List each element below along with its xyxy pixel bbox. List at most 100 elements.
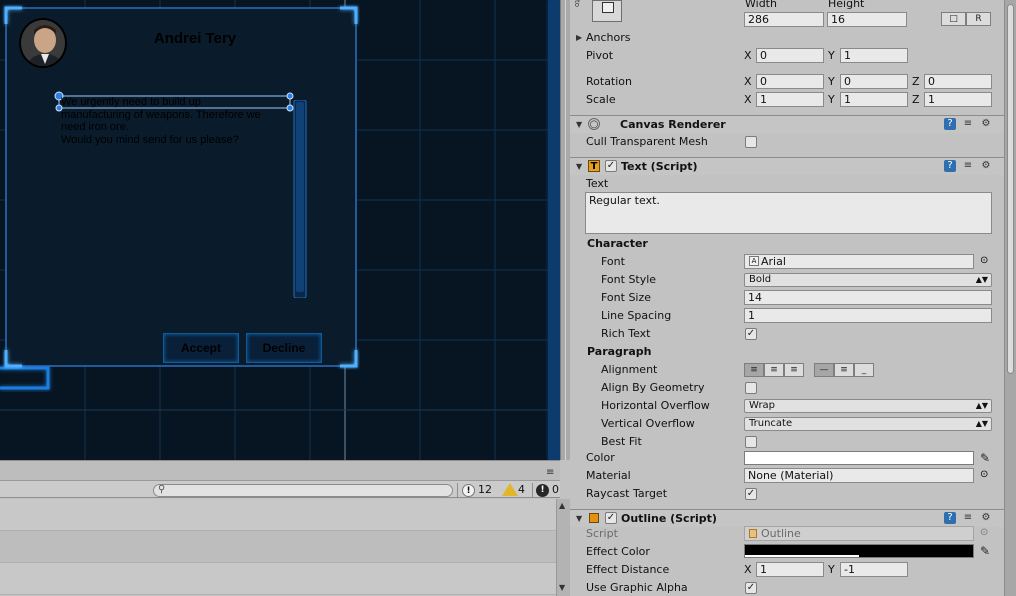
height-field[interactable]: 16 — [827, 12, 907, 27]
scale-z-axis: Z — [912, 93, 920, 106]
anchor-preset-icon — [602, 2, 614, 13]
effect-color-swatch[interactable] — [744, 544, 974, 558]
console-row[interactable] — [0, 563, 556, 595]
settings-gear-icon[interactable]: ⚙ — [980, 512, 992, 524]
align-center-icon[interactable]: ≡ — [764, 363, 784, 377]
font-style-dropdown[interactable]: Bold ▲▼ — [744, 273, 992, 287]
canvas-renderer-icon: ○ — [588, 118, 600, 130]
text-label: Text — [586, 177, 609, 190]
inspector-scrollbar[interactable] — [1004, 0, 1016, 596]
object-picker-icon[interactable]: ⊙ — [980, 255, 988, 266]
distance-y-axis: Y — [828, 563, 835, 576]
settings-gear-icon[interactable]: ⚙ — [980, 118, 992, 130]
object-picker-icon[interactable]: ⊙ — [980, 469, 988, 480]
alpha-bar — [745, 555, 859, 557]
align-left-icon[interactable]: ≡ — [744, 363, 764, 377]
text-enabled-checkbox[interactable]: ✓ — [605, 160, 617, 172]
npc-name: Andrei Tery — [153, 30, 237, 47]
blueprint-mode-button[interactable]: □ — [941, 12, 966, 26]
scale-y-field[interactable]: 1 — [840, 92, 908, 107]
graphic-alpha-checkbox[interactable]: ✓ — [745, 582, 757, 594]
warning-icon — [502, 483, 518, 496]
help-book-icon[interactable]: ? — [944, 512, 956, 524]
error-count-toggle[interactable]: ! 0 — [534, 483, 559, 498]
canvas-renderer-foldout-icon[interactable]: ▼ — [576, 120, 582, 129]
outline-enabled-checkbox[interactable]: ✓ — [605, 512, 617, 524]
distance-x-field[interactable]: 1 — [756, 562, 824, 577]
effect-distance-label: Effect Distance — [586, 563, 670, 576]
console-row[interactable] — [0, 531, 556, 563]
rotation-z-field[interactable]: 0 — [924, 74, 992, 89]
outline-foldout-icon[interactable]: ▼ — [576, 514, 582, 523]
pivot-x-field[interactable]: 0 — [756, 48, 824, 63]
rotation-x-field[interactable]: 0 — [756, 74, 824, 89]
console-log-list[interactable] — [0, 499, 556, 596]
v-overflow-dropdown[interactable]: Truncate ▲▼ — [744, 417, 992, 431]
preset-sliders-icon[interactable]: ≡ — [962, 118, 974, 130]
rich-text-checkbox[interactable]: ✓ — [745, 328, 757, 340]
pivot-y-axis: Y — [828, 49, 835, 62]
cull-transparent-checkbox[interactable] — [745, 136, 757, 148]
error-icon: ! — [536, 484, 549, 497]
raw-edit-button[interactable]: R — [966, 12, 991, 26]
console-search-input[interactable]: ⚲ — [153, 484, 453, 497]
align-geometry-checkbox[interactable] — [745, 382, 757, 394]
width-field[interactable]: 286 — [744, 12, 824, 27]
text-script-foldout-icon[interactable]: ▼ — [576, 162, 582, 171]
outline-script-header[interactable]: ▼ ✓ Outline (Script) ? ≡ ⚙ — [570, 509, 1004, 527]
anchor-preset-button[interactable] — [592, 0, 622, 22]
scale-y-axis: Y — [828, 93, 835, 106]
anchors-label[interactable]: Anchors — [586, 31, 631, 45]
material-field[interactable]: None (Material) — [744, 468, 974, 483]
align-middle-icon[interactable]: ≡ — [834, 363, 854, 377]
help-book-icon[interactable]: ? — [944, 160, 956, 172]
inspector-panel: to Width Height 286 16 □ R ▶ Anchors Piv… — [570, 0, 1004, 596]
inspector-scroll-thumb[interactable] — [1007, 4, 1014, 374]
raycast-target-checkbox[interactable]: ✓ — [745, 488, 757, 500]
text-script-header[interactable]: ▼ T ✓ Text (Script) ? ≡ ⚙ — [570, 157, 1004, 175]
dialog-scrollbar[interactable] — [293, 100, 307, 298]
eyedropper-icon[interactable]: ✎ — [978, 451, 992, 465]
info-count: 12 — [478, 483, 492, 496]
font-size-field[interactable]: 14 — [744, 290, 992, 305]
scroll-down-icon[interactable]: ▼ — [559, 583, 565, 592]
console-menu-icon[interactable]: ≡ — [546, 467, 554, 478]
warning-count-toggle[interactable]: 4 — [500, 483, 525, 498]
canvas-renderer-header[interactable]: ▼ ○ Canvas Renderer ? ≡ ⚙ — [570, 115, 1004, 133]
eyedropper-icon[interactable]: ✎ — [978, 544, 992, 558]
decline-button[interactable]: Decline — [246, 333, 322, 363]
distance-y-field[interactable]: -1 — [840, 562, 908, 577]
scroll-up-icon[interactable]: ▲ — [559, 501, 565, 510]
align-bottom-icon[interactable]: _ — [854, 363, 874, 377]
help-book-icon[interactable]: ? — [944, 118, 956, 130]
console-row[interactable] — [0, 499, 556, 531]
accept-button[interactable]: Accept — [163, 333, 239, 363]
align-right-icon[interactable]: ≡ — [784, 363, 804, 377]
line-spacing-field[interactable]: 1 — [744, 308, 992, 323]
dialog-text[interactable]: We urgently need to build up manufacturi… — [61, 96, 321, 146]
effect-color-label: Effect Color — [586, 545, 650, 558]
preset-sliders-icon[interactable]: ≡ — [962, 512, 974, 524]
text-color-swatch[interactable] — [744, 451, 974, 465]
font-field[interactable]: A Arial — [744, 254, 974, 269]
rotation-label: Rotation — [586, 75, 633, 88]
scale-x-field[interactable]: 1 — [756, 92, 824, 107]
pivot-y-field[interactable]: 1 — [840, 48, 908, 63]
preset-sliders-icon[interactable]: ≡ — [962, 160, 974, 172]
font-asset-icon: A — [749, 256, 759, 266]
scene-view[interactable]: Andrei Tery We urgently need to build up… — [0, 0, 560, 460]
anchors-foldout-icon[interactable]: ▶ — [576, 33, 582, 42]
align-top-icon[interactable]: — — [814, 363, 834, 377]
best-fit-checkbox[interactable] — [745, 436, 757, 448]
h-overflow-dropdown[interactable]: Wrap ▲▼ — [744, 399, 992, 413]
console-scrollbar[interactable]: ▲ ▼ — [556, 499, 570, 596]
text-value-area[interactable]: Regular text. — [585, 192, 992, 234]
anchor-side-label: to — [573, 0, 581, 8]
rotation-y-field[interactable]: 0 — [840, 74, 908, 89]
font-label: Font — [601, 255, 625, 268]
pivot-x-axis: X — [744, 49, 752, 62]
rotation-y-axis: Y — [828, 75, 835, 88]
scale-z-field[interactable]: 1 — [924, 92, 992, 107]
settings-gear-icon[interactable]: ⚙ — [980, 160, 992, 172]
info-count-toggle[interactable]: ! 12 — [460, 483, 492, 498]
